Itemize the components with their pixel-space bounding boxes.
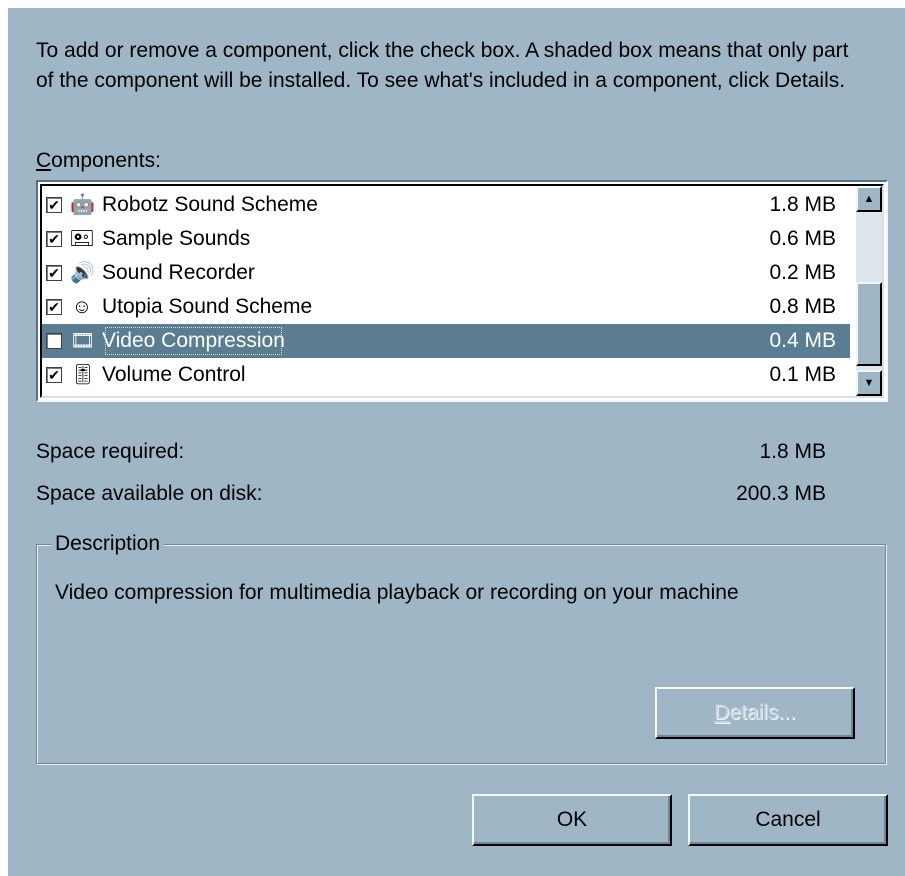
components-list-inner: ✔ 🤖 Robotz Sound Scheme 1.8 MB ✔ 🖭 Sample Soun… xyxy=(40,184,884,398)
component-name: Robotz Sound Scheme xyxy=(102,193,318,216)
list-item[interactable]: ✔ 🤖 Robotz Sound Scheme 1.8 MB xyxy=(42,188,850,222)
sound-file-icon: 🖭 xyxy=(70,228,94,250)
space-available-value: 200.3 MB xyxy=(736,482,826,505)
component-name: Video Compression xyxy=(102,324,285,358)
space-required-label: Space required: xyxy=(36,440,185,463)
component-size: 0.1 MB xyxy=(769,363,836,386)
component-name: Sound Recorder xyxy=(102,261,255,284)
volume-control-icon: 🎚 xyxy=(70,364,96,386)
components-list[interactable]: ✔ 🤖 Robotz Sound Scheme 1.8 MB ✔ 🖭 Sample Soun… xyxy=(36,180,888,402)
smiley-icon: ☺ xyxy=(71,296,93,318)
component-name: Volume Control xyxy=(102,363,246,386)
component-checkbox[interactable]: ✔ xyxy=(46,265,62,281)
component-size: 0.2 MB xyxy=(769,261,836,284)
component-size: 1.8 MB xyxy=(769,193,836,216)
component-checkbox[interactable]: ✔ xyxy=(46,299,62,315)
scroll-up-button[interactable]: ▲ xyxy=(856,186,882,212)
space-required-value: 1.8 MB xyxy=(759,440,826,463)
list-item[interactable]: ✔ ☺ Utopia Sound Scheme 0.8 MB xyxy=(42,290,850,324)
scroll-down-button[interactable]: ▼ xyxy=(856,370,882,396)
vertical-scrollbar[interactable]: ▲ ▼ xyxy=(856,186,882,396)
component-name: Utopia Sound Scheme xyxy=(102,295,313,318)
arrow-up-icon: ▲ xyxy=(863,193,875,205)
list-item[interactable]: 🎞 Video Compression 0.4 MB xyxy=(42,324,850,358)
speaker-icon: 🔊 xyxy=(70,262,95,284)
description-text: Video compression for multimedia playbac… xyxy=(55,581,739,604)
list-item[interactable]: ✔ 🖭 Sample Sounds 0.6 MB xyxy=(42,222,850,256)
robot-icon: 🤖 xyxy=(70,194,95,216)
component-checkbox[interactable]: ✔ xyxy=(46,367,62,383)
list-item[interactable]: ✔ 🎚 Volume Control 0.1 MB xyxy=(42,358,850,392)
details-button-accel: D xyxy=(714,701,730,724)
components-label-rest: omponents: xyxy=(51,149,161,172)
space-available-label: Space available on disk: xyxy=(36,482,263,505)
cancel-button[interactable]: Cancel xyxy=(688,794,888,846)
arrow-down-icon: ▼ xyxy=(863,377,875,389)
description-group: Description Video compression for multim… xyxy=(36,529,886,764)
component-size: 0.6 MB xyxy=(769,227,836,250)
component-checkbox[interactable] xyxy=(46,333,62,349)
scroll-thumb[interactable] xyxy=(856,282,882,366)
space-available-row: Space available on disk: 200.3 MB xyxy=(36,480,826,508)
description-legend: Description xyxy=(51,529,165,559)
ok-button[interactable]: OK xyxy=(472,794,672,846)
components-rows: ✔ 🤖 Robotz Sound Scheme 1.8 MB ✔ 🖭 Sample Soun… xyxy=(42,188,850,392)
details-button-rest: etails... xyxy=(729,701,796,724)
list-item[interactable]: ✔ 🔊 Sound Recorder 0.2 MB xyxy=(42,256,850,290)
component-size: 0.8 MB xyxy=(769,295,836,318)
component-checkbox[interactable]: ✔ xyxy=(46,231,62,247)
component-size: 0.4 MB xyxy=(769,329,836,352)
component-checkbox[interactable]: ✔ xyxy=(46,197,62,213)
components-label-accel: C xyxy=(36,149,52,172)
component-name: Sample Sounds xyxy=(102,227,251,250)
space-required-row: Space required: 1.8 MB xyxy=(36,438,826,466)
components-label: Components: xyxy=(36,147,161,175)
video-compression-icon: 🎞 xyxy=(70,330,96,352)
instructions-text: To add or remove a component, click the … xyxy=(36,39,849,92)
components-dialog: To add or remove a component, click the … xyxy=(8,8,905,876)
details-button[interactable]: Details... xyxy=(655,687,855,739)
